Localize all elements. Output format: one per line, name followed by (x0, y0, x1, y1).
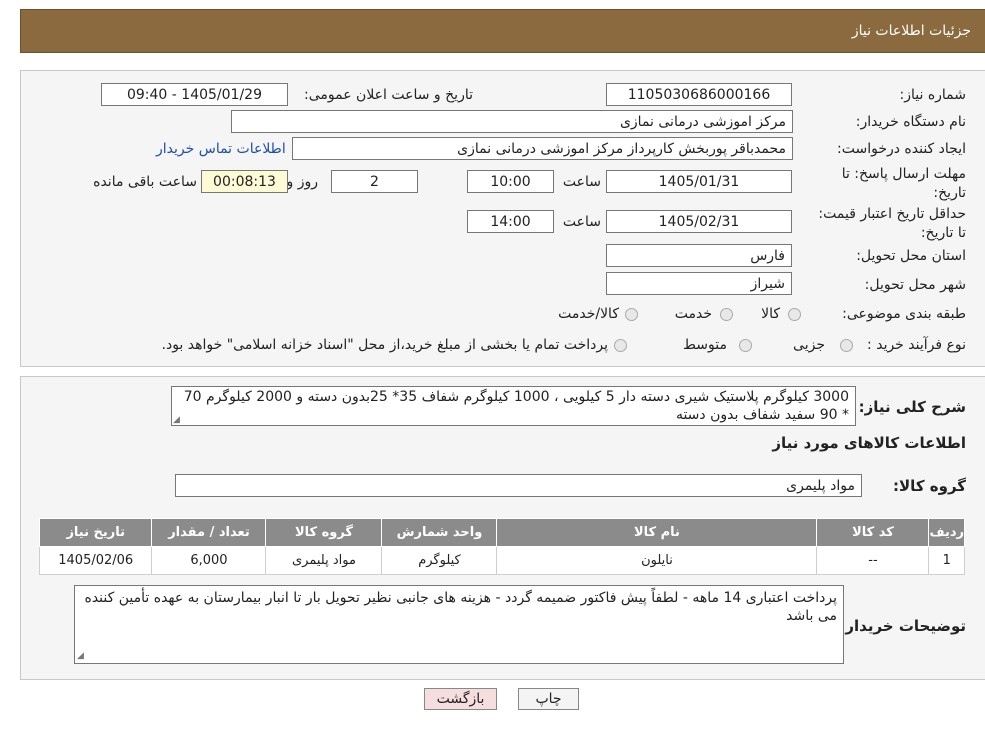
city-label: شهر محل تحویل: (864, 277, 966, 293)
buyer-notes-field: پرداخت اعتباری 14 ماهه - لطفاً پیش فاکتو… (74, 585, 844, 664)
col-row: ردیف (928, 518, 965, 547)
need-number-field: 1105030686000166 (606, 83, 792, 106)
resize-grip-icon[interactable]: ◢ (173, 415, 180, 425)
validity-time-word: ساعت (562, 214, 601, 230)
category-label: طبقه بندی موضوعی: (842, 306, 966, 322)
need-number-label: شماره نیاز: (899, 87, 967, 103)
deadline-time-field: 10:00 (467, 170, 554, 193)
buyer-notes-label: توضیحات خریدار: (839, 617, 966, 635)
validity-time-field: 14:00 (467, 210, 554, 233)
deadline-label: مهلت ارسال پاسخ: تا تاریخ: (841, 166, 966, 201)
process-radio-minor[interactable] (840, 339, 853, 352)
description-label: شرح کلی نیاز: (858, 398, 966, 416)
page-title: جزئیات اطلاعات نیاز (851, 23, 971, 39)
page-header: جزئیات اطلاعات نیاز (20, 9, 985, 53)
creator-label: ایجاد کننده درخواست: (837, 141, 966, 157)
goods-section-title: اطلاعات کالاهای مورد نیاز (772, 434, 966, 452)
col-unit: واحد شمارش (381, 518, 498, 547)
category-option-service: خدمت (674, 306, 712, 322)
goods-table-header: ردیف کد کالا نام کالا واحد شمارش گروه کا… (38, 518, 965, 547)
category-option-goods-service: کالا/خدمت (558, 306, 619, 322)
goods-table: ردیف کد کالا نام کالا واحد شمارش گروه کا… (38, 518, 965, 575)
announce-label: تاریخ و ساعت اعلان عمومی: (304, 87, 473, 103)
days-word: روز و (286, 174, 319, 190)
deadline-time-word: ساعت (562, 174, 601, 190)
validity-date-field: 1405/02/31 (606, 210, 792, 233)
cell-unit: کیلوگرم (381, 546, 498, 575)
province-label: استان محل تحویل: (856, 248, 966, 264)
process-note: پرداخت تمام یا بخشی از مبلغ خرید،از محل … (161, 337, 608, 353)
cell-name: نایلون (496, 546, 818, 575)
cell-code: -- (816, 546, 930, 575)
deadline-date-field: 1405/01/31 (606, 170, 792, 193)
process-radio-medium[interactable] (739, 339, 752, 352)
process-radio-treasury[interactable] (614, 339, 627, 352)
goods-table-wrap: ردیف کد کالا نام کالا واحد شمارش گروه کا… (38, 518, 965, 575)
buyer-org-field: مرکز اموزشی درمانی نمازی (231, 110, 793, 133)
process-option-minor: جزیی (793, 337, 825, 353)
city-field: شیراز (606, 272, 792, 295)
cell-row: 1 (928, 546, 965, 575)
col-code: کد کالا (816, 518, 930, 547)
goods-group-label: گروه کالا: (893, 477, 966, 495)
cell-group: مواد پلیمری (265, 546, 383, 575)
col-date: تاریخ نیاز (38, 518, 153, 547)
announce-datetime-field: 1405/01/29 - 09:40 (101, 83, 288, 106)
days-field: 2 (331, 170, 418, 193)
back-button[interactable]: بازگشت (424, 688, 497, 710)
col-group: گروه کالا (265, 518, 383, 547)
buyer-org-label: نام دستگاه خریدار: (855, 114, 966, 130)
category-option-goods: کالا (761, 306, 780, 322)
goods-group-field: مواد پلیمری (175, 474, 862, 497)
col-qty: تعداد / مقدار (151, 518, 267, 547)
process-option-medium: متوسط (683, 337, 727, 353)
table-row: 1 -- نایلون کیلوگرم مواد پلیمری 6,000 14… (38, 546, 965, 575)
process-label: نوع فرآیند خرید : (867, 337, 966, 353)
validity-label: حداقل تاریخ اعتبار قیمت: تا تاریخ: (818, 206, 966, 241)
remaining-time-field: 00:08:13 (201, 170, 288, 193)
creator-field: محمدباقر پوربخش کارپرداز مرکز اموزشی درم… (292, 137, 793, 160)
category-radio-goods-service[interactable] (625, 308, 638, 321)
category-radio-goods[interactable] (788, 308, 801, 321)
description-field: 3000 کیلوگرم پلاستیک شیری دسته دار 5 کیل… (171, 386, 856, 426)
print-button[interactable]: چاپ (518, 688, 579, 710)
category-radio-service[interactable] (720, 308, 733, 321)
remaining-word: ساعت باقی مانده (93, 174, 197, 190)
resize-grip-icon[interactable]: ◢ (77, 651, 84, 661)
buyer-contact-link[interactable]: اطلاعات تماس خریدار (156, 141, 286, 157)
cell-date: 1405/02/06 (38, 546, 153, 575)
province-field: فارس (606, 244, 792, 267)
col-name: نام کالا (496, 518, 818, 547)
cell-qty: 6,000 (151, 546, 267, 575)
